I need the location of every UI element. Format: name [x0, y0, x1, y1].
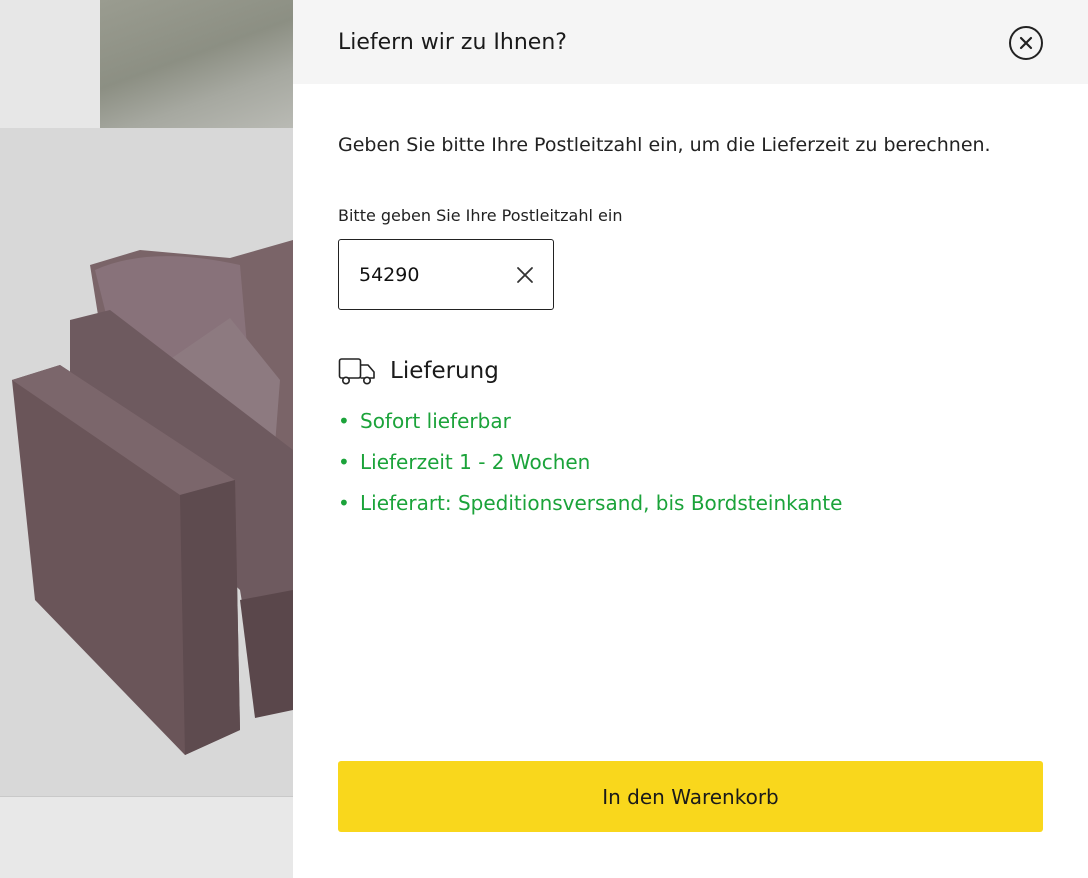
bullet-icon: • [338, 490, 350, 515]
delivery-time: Lieferzeit 1 - 2 Wochen [360, 449, 591, 474]
product-photo-detail [100, 0, 293, 128]
drawer-header: Liefern wir zu Ihnen? [293, 0, 1088, 84]
add-to-cart-button[interactable]: In den Warenkorb [338, 761, 1043, 832]
delivery-method: Lieferart: Speditionsversand, bis Bordst… [360, 490, 843, 515]
clear-icon[interactable] [515, 265, 535, 285]
list-item: • Sofort lieferbar [338, 400, 1043, 441]
bullet-icon: • [338, 408, 350, 433]
zip-field-label: Bitte geben Sie Ihre Postleitzahl ein [338, 206, 623, 225]
delivery-info-list: • Sofort lieferbar • Lieferzeit 1 - 2 Wo… [338, 400, 1043, 523]
zip-input[interactable] [359, 263, 499, 286]
close-icon [1019, 36, 1033, 50]
sofa-image [12, 240, 293, 755]
product-image-background [0, 0, 293, 878]
drawer-content: Geben Sie bitte Ihre Postleitzahl ein, u… [293, 132, 1088, 523]
close-button[interactable] [1009, 26, 1043, 60]
product-thumbnail-bottom [0, 797, 293, 878]
zip-intro-text: Geben Sie bitte Ihre Postleitzahl ein, u… [338, 134, 991, 156]
drawer-title: Liefern wir zu Ihnen? [338, 29, 567, 55]
delivery-title: Lieferung [390, 358, 499, 384]
bullet-icon: • [338, 449, 350, 474]
delivery-drawer: Liefern wir zu Ihnen? Geben Sie bitte Ih… [293, 0, 1088, 878]
list-item: • Lieferzeit 1 - 2 Wochen [338, 441, 1043, 482]
zip-field [338, 239, 554, 310]
list-item: • Lieferart: Speditionsversand, bis Bord… [338, 482, 1043, 523]
truck-icon [338, 358, 375, 385]
delivery-availability: Sofort lieferbar [360, 408, 511, 433]
delivery-section-header: Lieferung [338, 356, 1043, 386]
